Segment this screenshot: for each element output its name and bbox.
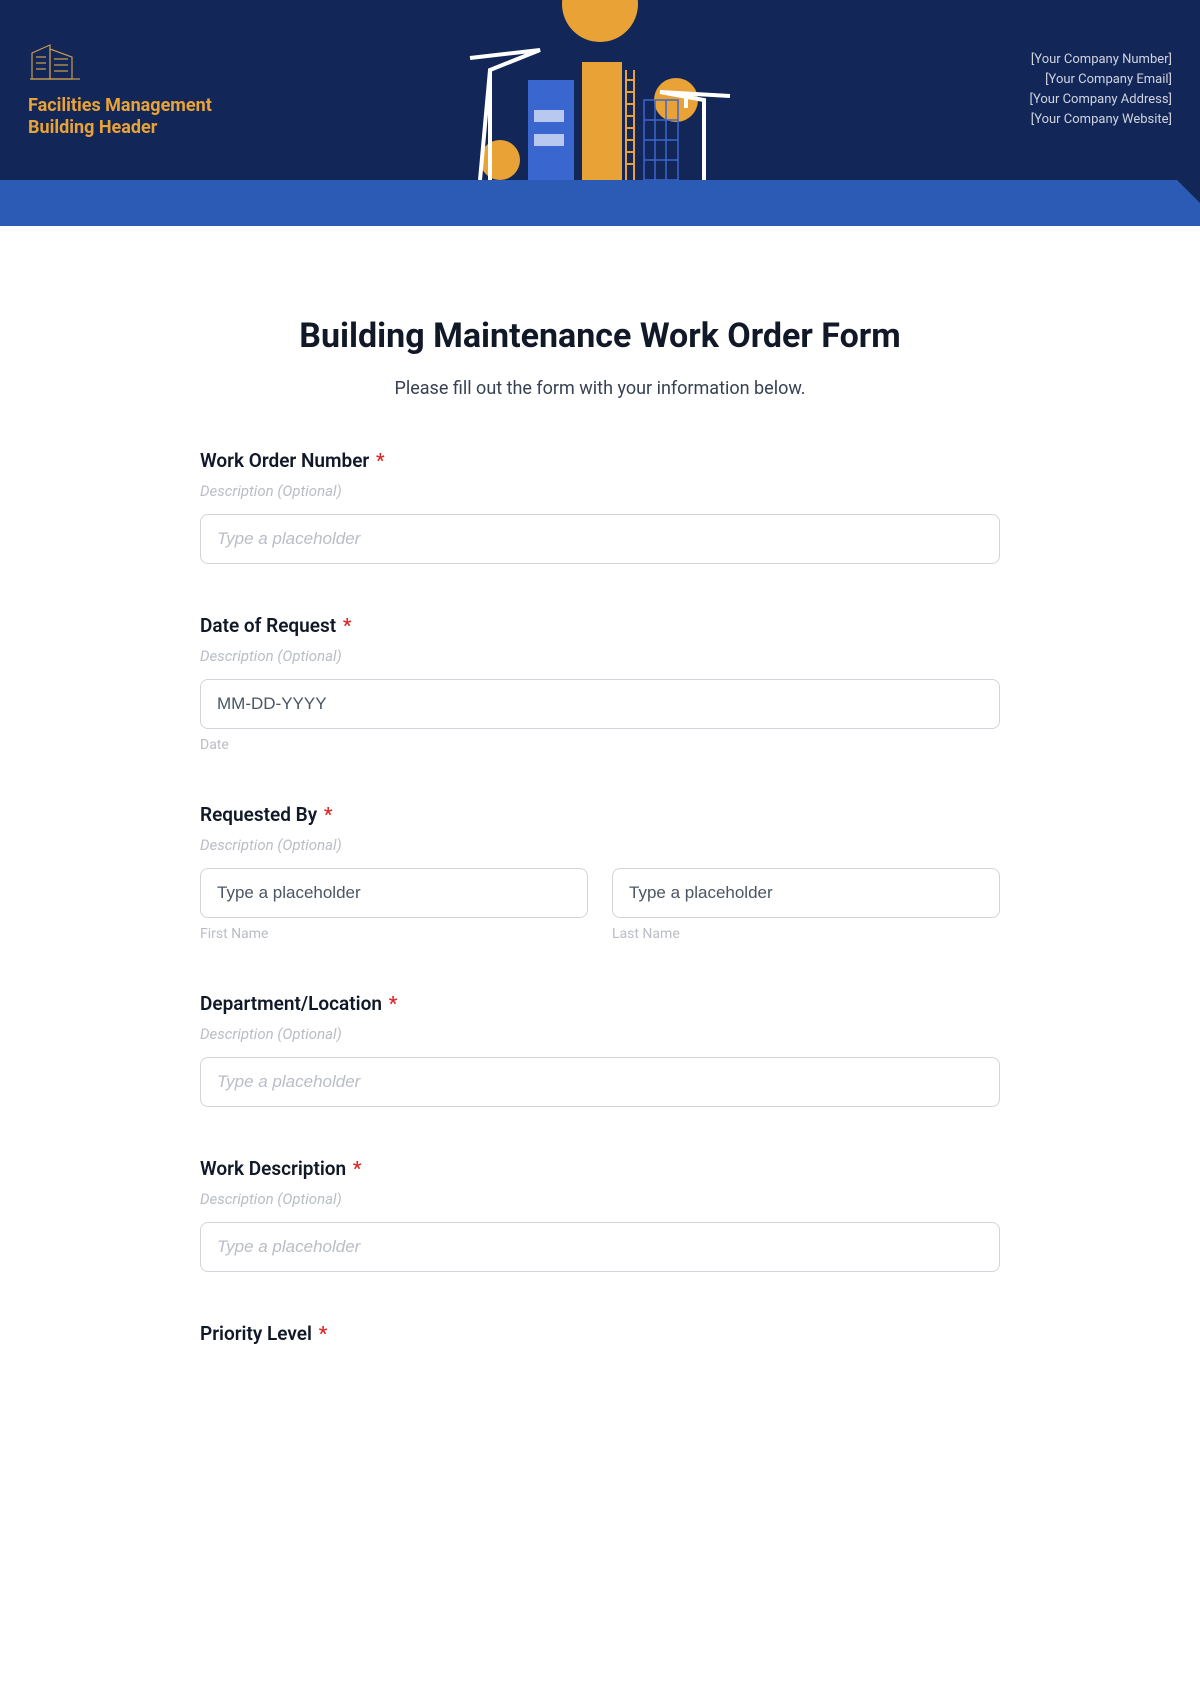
form-content: Building Maintenance Work Order Form Ple… [100,226,1100,1345]
logo-text-line2: Building Header [28,117,212,139]
label-work-description: Work Description * [200,1157,1000,1180]
header-illustration-icon [450,0,750,180]
required-mark: * [324,803,333,826]
company-address: [Your Company Address] [1030,90,1172,110]
label-department-location: Department/Location * [200,992,1000,1015]
logo-text-line1: Facilities Management [28,95,212,117]
required-mark: * [376,449,385,472]
input-work-description[interactable] [200,1222,1000,1272]
field-work-description: Work Description * Description (Optional… [200,1157,1000,1272]
sub-header-bar [0,180,1200,226]
label-text: Department/Location [200,992,382,1015]
company-website: [Your Company Website] [1030,110,1172,130]
label-date-of-request: Date of Request * [200,614,1000,637]
sublabel-first-name: First Name [200,926,588,942]
input-work-order-number[interactable] [200,514,1000,564]
label-priority-level: Priority Level * [200,1322,1000,1345]
field-priority-level: Priority Level * [200,1322,1000,1345]
label-requested-by: Requested By * [200,803,1000,826]
field-date-of-request: Date of Request * Description (Optional)… [200,614,1000,753]
company-info: [Your Company Number] [Your Company Emai… [1030,50,1172,131]
required-mark: * [353,1157,362,1180]
building-logo-icon [28,41,88,87]
form-subtitle: Please fill out the form with your infor… [200,378,1000,399]
desc-requested-by: Description (Optional) [200,836,1000,854]
label-text: Priority Level [200,1322,312,1345]
label-text: Work Description [200,1157,346,1180]
field-department-location: Department/Location * Description (Optio… [200,992,1000,1107]
required-mark: * [343,614,352,637]
input-first-name[interactable] [200,868,588,918]
label-text: Requested By [200,803,317,826]
form-title: Building Maintenance Work Order Form [200,316,1000,356]
required-mark: * [319,1322,328,1345]
required-mark: * [389,992,398,1015]
input-department-location[interactable] [200,1057,1000,1107]
company-number: [Your Company Number] [1030,50,1172,70]
desc-work-description: Description (Optional) [200,1190,1000,1208]
company-email: [Your Company Email] [1030,70,1172,90]
label-text: Date of Request [200,614,336,637]
desc-date-of-request: Description (Optional) [200,647,1000,665]
field-work-order-number: Work Order Number * Description (Optiona… [200,449,1000,564]
logo-block: Facilities Management Building Header [28,41,212,138]
label-text: Work Order Number [200,449,369,472]
header: Facilities Management Building Header [0,0,1200,180]
sublabel-last-name: Last Name [612,926,1000,942]
desc-department-location: Description (Optional) [200,1025,1000,1043]
field-requested-by: Requested By * Description (Optional) Fi… [200,803,1000,942]
input-last-name[interactable] [612,868,1000,918]
input-date-of-request[interactable] [200,679,1000,729]
label-work-order-number: Work Order Number * [200,449,1000,472]
desc-work-order-number: Description (Optional) [200,482,1000,500]
sublabel-date: Date [200,737,1000,753]
